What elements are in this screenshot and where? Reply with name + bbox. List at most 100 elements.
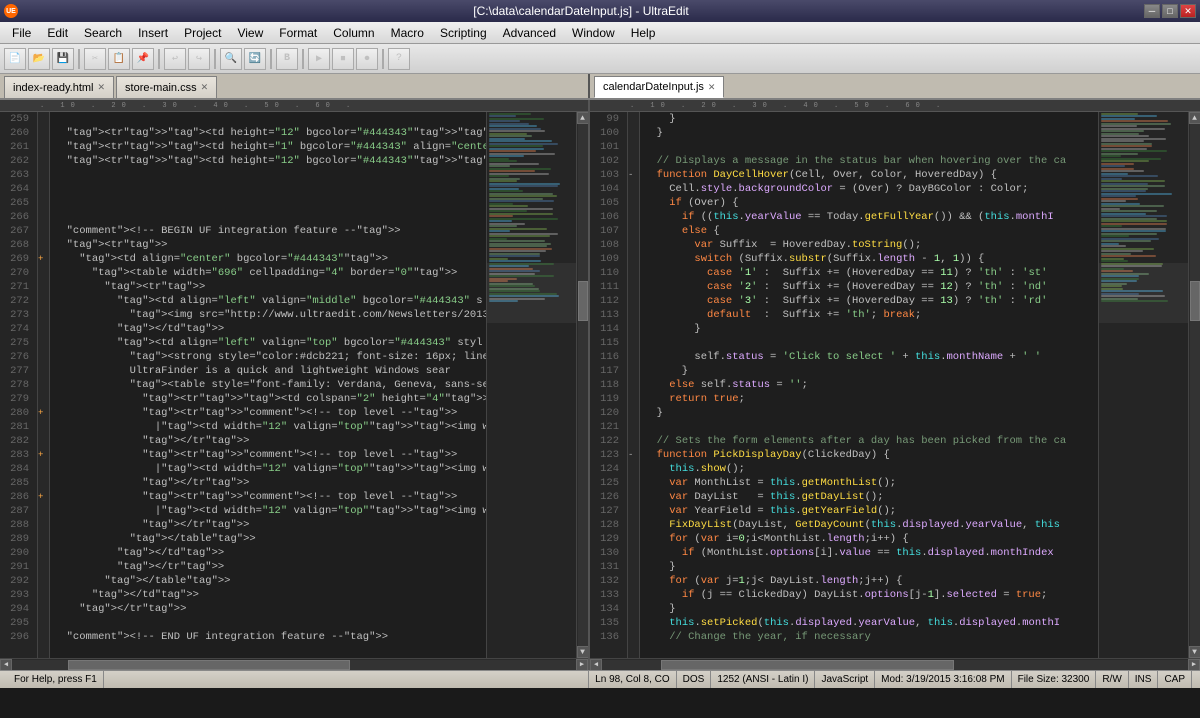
code-line[interactable]: if ((this.yearValue == Today.getFullYear… (644, 210, 1094, 224)
right-hscroll-left[interactable]: ◀ (590, 659, 602, 671)
code-line[interactable]: "tag"><tr"tag">> (54, 238, 482, 252)
cut-button[interactable]: ✂ (84, 48, 106, 70)
code-line[interactable]: "tag"></table"tag">> (54, 532, 482, 546)
fold-indicator[interactable]: + (38, 490, 49, 504)
menu-search[interactable]: Search (76, 24, 130, 42)
fold-indicator[interactable] (38, 630, 49, 644)
code-line[interactable]: this.show(); (644, 462, 1094, 476)
menu-scripting[interactable]: Scripting (432, 24, 495, 42)
minimize-button[interactable]: ─ (1144, 4, 1160, 18)
tab-close-calendar-date[interactable]: ✕ (708, 82, 716, 93)
code-line[interactable]: } (644, 322, 1094, 336)
code-line[interactable]: return true; (644, 392, 1094, 406)
code-line[interactable] (644, 420, 1094, 434)
fold-indicator[interactable] (38, 504, 49, 518)
maximize-button[interactable]: □ (1162, 4, 1178, 18)
right-hscroll[interactable]: ◀ ▶ (590, 658, 1200, 670)
code-line[interactable]: } (644, 112, 1094, 126)
fold-indicator[interactable] (628, 546, 639, 560)
menu-format[interactable]: Format (271, 24, 325, 42)
menu-window[interactable]: Window (564, 24, 623, 42)
fold-indicator[interactable] (38, 182, 49, 196)
code-line[interactable]: function PickDisplayDay(ClickedDay) { (644, 448, 1094, 462)
fold-indicator[interactable] (628, 420, 639, 434)
left-scroll-thumb[interactable] (578, 281, 588, 321)
fold-indicator[interactable] (628, 182, 639, 196)
right-scroll-down[interactable]: ▼ (1189, 646, 1200, 658)
fold-indicator[interactable] (628, 266, 639, 280)
right-hscroll-thumb[interactable] (661, 660, 954, 670)
new-button[interactable]: 📄 (4, 48, 26, 70)
code-line[interactable]: "tag"><table width="696" cellpadding="4"… (54, 266, 482, 280)
right-code-content[interactable]: } } // Displays a message in the status … (640, 112, 1098, 658)
right-vscroll[interactable]: ▲ ▼ (1188, 112, 1200, 658)
left-hscroll-thumb[interactable] (68, 660, 350, 670)
left-code-content[interactable]: "tag"><tr"tag">>"tag"><td height="12" bg… (50, 112, 486, 658)
fold-indicator[interactable] (628, 322, 639, 336)
fold-indicator[interactable] (38, 602, 49, 616)
code-line[interactable]: var Suffix = HoveredDay.toString(); (644, 238, 1094, 252)
code-line[interactable]: "tag"><td align="left" valign="top" bgco… (54, 336, 482, 350)
fold-indicator[interactable] (628, 210, 639, 224)
code-line[interactable]: "tag"></tr"tag">> (54, 560, 482, 574)
fold-indicator[interactable] (628, 126, 639, 140)
menu-project[interactable]: Project (176, 24, 229, 42)
code-line[interactable]: "tag"><tr"tag">>"tag"><td colspan="2" he… (54, 392, 482, 406)
fold-indicator[interactable]: + (38, 406, 49, 420)
fold-indicator[interactable] (628, 238, 639, 252)
menu-help[interactable]: Help (623, 24, 664, 42)
code-line[interactable]: "tag"></td"tag">> (54, 322, 482, 336)
code-line[interactable]: this.setPicked(this.displayed.yearValue,… (644, 616, 1094, 630)
menu-column[interactable]: Column (325, 24, 382, 42)
fold-indicator[interactable] (38, 280, 49, 294)
close-button[interactable]: ✕ (1180, 4, 1196, 18)
code-line[interactable] (644, 336, 1094, 350)
left-scroll-down[interactable]: ▼ (577, 646, 589, 658)
tb-btn-question[interactable]: ? (388, 48, 410, 70)
code-line[interactable]: "tag"><tr"tag">>"tag"><td height="1" bgc… (54, 140, 482, 154)
tab-close-store-main[interactable]: ✕ (201, 82, 209, 93)
left-hscroll[interactable]: ◀ ▶ (0, 658, 588, 670)
code-line[interactable] (54, 112, 482, 126)
code-line[interactable]: } (644, 126, 1094, 140)
fold-indicator[interactable] (628, 532, 639, 546)
code-line[interactable]: "comment"><!-- END UF integration featur… (54, 630, 482, 644)
code-line[interactable] (54, 616, 482, 630)
code-line[interactable]: "tag"></td"tag">> (54, 588, 482, 602)
code-line[interactable]: case '2' : Suffix += (HoveredDay == 12) … (644, 280, 1094, 294)
code-line[interactable]: if (j == ClickedDay) DayList.options[j-1… (644, 588, 1094, 602)
code-line[interactable]: // Displays a message in the status bar … (644, 154, 1094, 168)
right-hscroll-track[interactable] (602, 660, 1188, 670)
fold-indicator[interactable]: - (628, 168, 639, 182)
tb-btn-extra2[interactable]: ⏹ (332, 48, 354, 70)
fold-indicator[interactable] (38, 294, 49, 308)
code-line[interactable]: "tag"><tr"tag">>"comment"><!-- top level… (54, 406, 482, 420)
code-line[interactable]: } (644, 406, 1094, 420)
fold-indicator[interactable] (628, 224, 639, 238)
fold-indicator[interactable] (38, 112, 49, 126)
left-scroll-track[interactable] (578, 124, 588, 646)
save-button[interactable]: 💾 (52, 48, 74, 70)
undo-button[interactable]: ↩ (164, 48, 186, 70)
left-vscroll[interactable]: ▲ ▼ (576, 112, 588, 658)
code-line[interactable]: "tag"></table"tag">> (54, 574, 482, 588)
fold-indicator[interactable] (628, 602, 639, 616)
fold-indicator[interactable] (38, 196, 49, 210)
fold-indicator[interactable] (38, 210, 49, 224)
code-line[interactable]: |"tag"><td width="12" valign="top""tag">… (54, 462, 482, 476)
code-line[interactable]: } (644, 602, 1094, 616)
redo-button[interactable]: ↪ (188, 48, 210, 70)
code-line[interactable]: if (MonthList.options[i].value == this.d… (644, 546, 1094, 560)
fold-indicator[interactable] (38, 462, 49, 476)
tab-close-index-ready[interactable]: ✕ (98, 82, 106, 93)
fold-indicator[interactable] (38, 532, 49, 546)
fold-indicator[interactable] (628, 196, 639, 210)
fold-indicator[interactable] (628, 560, 639, 574)
fold-indicator[interactable] (628, 154, 639, 168)
fold-indicator[interactable] (628, 518, 639, 532)
code-line[interactable]: for (var i=0;i<MonthList.length;i++) { (644, 532, 1094, 546)
tab-calendar-date[interactable]: calendarDateInput.js ✕ (594, 76, 724, 98)
fold-indicator[interactable] (628, 574, 639, 588)
code-line[interactable]: case '1' : Suffix += (HoveredDay == 11) … (644, 266, 1094, 280)
fold-indicator[interactable] (38, 560, 49, 574)
